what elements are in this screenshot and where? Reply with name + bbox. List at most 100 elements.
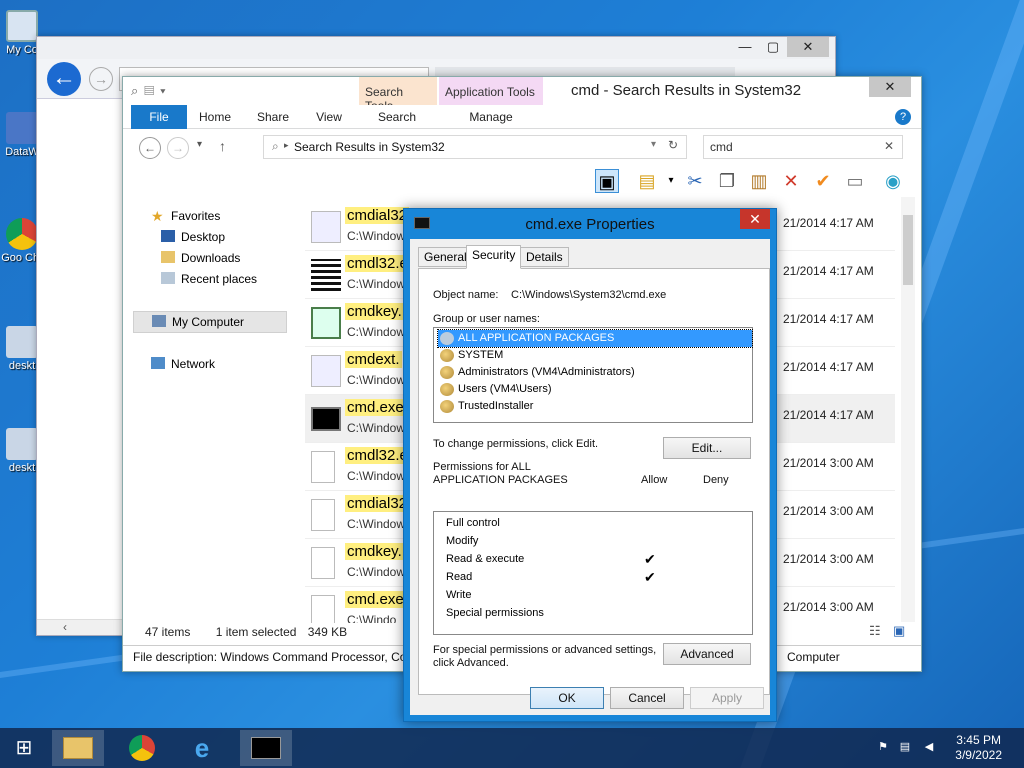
security-panel: Object name: C:\Windows\System32\cmd.exe… [418,268,770,695]
details-view-icon[interactable]: ☷ [869,623,881,639]
group-item[interactable]: ALL APPLICATION PACKAGES [437,329,753,348]
windows-start-icon[interactable]: ⊞ [0,730,48,766]
clear-icon[interactable]: ✕ [884,139,894,153]
tab-security[interactable]: Security [466,245,522,269]
volume-icon[interactable]: ◀ [922,740,936,754]
forward-button[interactable]: → [167,137,189,159]
nav-favorites[interactable]: ★ Favorites [151,207,220,225]
delete-icon[interactable]: ✕ [779,169,803,193]
users-icon [440,349,454,362]
users-icon [440,400,454,413]
paste-icon[interactable]: ▥ [747,169,771,193]
close-button[interactable]: ✕ [787,37,829,57]
up-arrow-icon[interactable]: ↑ [219,138,226,154]
permission-row: Modify [446,535,479,547]
file-explorer-icon[interactable] [52,730,104,766]
advanced-text-1: For special permissions or advanced sett… [433,644,657,656]
tab-search[interactable]: Search [369,105,425,129]
tab-share[interactable]: Share [253,105,293,129]
package-icon [440,332,454,345]
object-name-value: C:\Windows\System32\cmd.exe [511,289,667,301]
cut-icon[interactable]: ✂ [683,169,707,193]
cancel-button[interactable]: Cancel [610,687,684,709]
help-icon[interactable]: ? [895,109,911,125]
nav-desktop[interactable]: Desktop [161,228,225,246]
tab-manage[interactable]: Manage [463,105,519,129]
command-toolbar: ▣ ▤ ▾ ✂ ❐ ▥ ✕ ✔ ▭ ◉ [123,165,921,199]
tab-home[interactable]: Home [195,105,235,129]
group-item[interactable]: SYSTEM [438,347,752,364]
deny-column-label: Deny [703,474,729,486]
command-prompt-icon[interactable] [240,730,292,766]
chevron-down-icon[interactable]: ▾ [659,169,683,193]
chevron-left-icon[interactable]: ‹ [63,620,67,634]
network-icon [151,357,165,369]
address-row: ← → ▾ ↑ ⌕ ▸ Search Results in System32 ▾… [123,133,921,163]
close-button[interactable]: ✕ [740,209,770,229]
arrow-right-icon[interactable]: → [89,67,113,91]
key-window-icon [311,307,341,339]
network-icon[interactable]: ▤ [898,740,912,754]
nav-downloads[interactable]: Downloads [161,249,240,267]
check-icon: ✔ [644,551,656,567]
properties-icon[interactable]: ▤ [635,169,659,193]
preview-pane-icon[interactable]: ▣ [595,169,619,193]
allow-column-label: Allow [641,474,668,486]
chrome-icon[interactable] [116,730,168,766]
nav-recent-places[interactable]: Recent places [161,270,257,288]
ribbon-tabs: File Home Share View Search Manage ? [123,105,921,129]
internet-explorer-icon[interactable]: e [176,730,228,766]
properties-dialog[interactable]: cmd.exe Properties ✕ General Security De… [403,208,777,722]
minimize-button[interactable]: — [731,37,759,57]
context-tab-application-tools[interactable]: Application Tools [439,77,543,105]
arrow-left-icon[interactable]: ← [47,62,81,96]
close-button[interactable]: ✕ [869,77,911,97]
tab-file[interactable]: File [131,105,187,129]
object-name-label: Object name: [433,289,499,301]
datawarehouse-icon [6,112,38,144]
edit-button[interactable]: Edit... [663,437,751,459]
chevron-down-icon[interactable]: ▾ [651,139,656,150]
permissions-list: Full control Modify Read & execute ✔ Read… [433,511,753,635]
address-bar[interactable]: ⌕ ▸ Search Results in System32 ▾ ↻ [263,135,687,159]
vertical-scrollbar[interactable] [901,197,915,622]
group-item[interactable]: TrustedInstaller [438,398,752,415]
large-icons-view-icon[interactable]: ▣ [893,623,905,639]
context-tab-search-tools[interactable]: Search Tools [359,77,437,113]
permission-row: Read ✔ [446,569,656,585]
properties-sheet-icon[interactable]: ▭ [843,169,867,193]
copy-icon[interactable]: ❐ [715,169,739,193]
permission-row: Full control [446,517,500,529]
permissions-for-label-2: APPLICATION PACKAGES [433,474,568,486]
dialog-title: cmd.exe Properties [525,216,655,233]
action-center-icon[interactable]: ⚑ [876,740,890,754]
tab-general[interactable]: General [418,247,473,267]
permission-row: Write [446,589,472,601]
nav-my-computer[interactable]: My Computer [133,311,287,333]
blank-file-icon [311,595,335,623]
tab-view[interactable]: View [311,105,347,129]
clock[interactable]: 3:45 PM 3/9/2022 [955,733,1002,763]
group-item[interactable]: Users (VM4\Users) [438,381,752,398]
back-button[interactable]: ← [139,137,161,159]
scroll-thumb[interactable] [903,215,913,285]
shell-icon[interactable]: ◉ [881,169,905,193]
maximize-button[interactable]: ▢ [759,37,787,57]
quick-access-toolbar[interactable]: ⌕▤▾ [131,83,172,99]
refresh-icon[interactable]: ↻ [668,138,678,152]
group-item[interactable]: Administrators (VM4\Administrators) [438,364,752,381]
apply-button[interactable]: Apply [690,687,764,709]
tab-details[interactable]: Details [520,247,569,267]
group-list[interactable]: ALL APPLICATION PACKAGES SYSTEM Administ… [433,327,753,423]
check-icon: ✔ [644,569,656,585]
chevron-down-icon[interactable]: ▾ [197,139,202,150]
ok-button[interactable]: OK [530,687,604,709]
blank-file-icon [311,451,335,483]
change-permissions-text: To change permissions, click Edit. [433,438,599,450]
search-input[interactable]: cmd ✕ [703,135,903,159]
nav-network[interactable]: Network [151,355,215,373]
advanced-button[interactable]: Advanced [663,643,751,665]
rename-icon[interactable]: ✔ [811,169,835,193]
downloads-icon [161,251,175,263]
desktop-icon [161,230,175,242]
